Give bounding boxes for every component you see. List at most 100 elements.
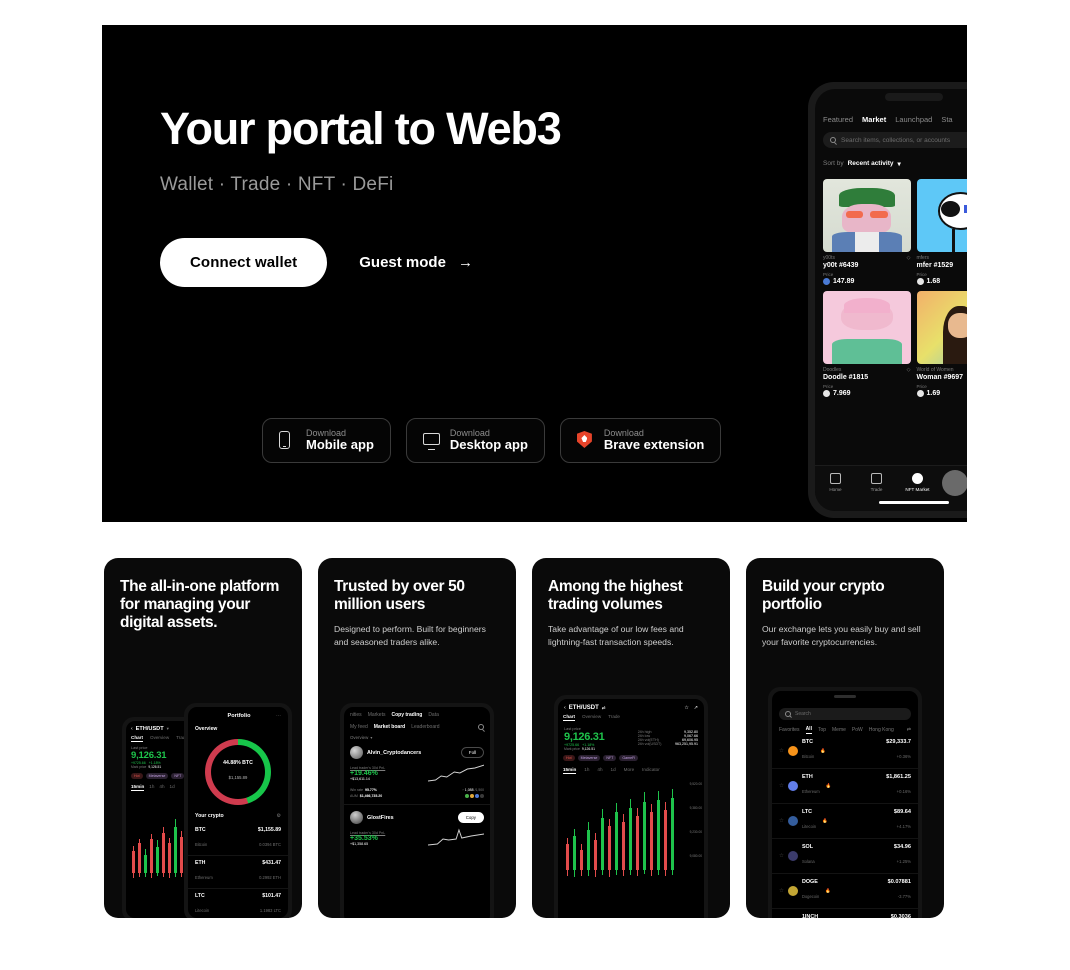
asset-row[interactable]: ☆ LTC Litecoin 🔥 $89.64 +4.17% (772, 804, 918, 839)
tab-chart[interactable]: Chart (131, 735, 143, 742)
asset-row[interactable]: ☆ SOL Solana $34.96 +1.25% (772, 839, 918, 874)
tab-favorites[interactable]: Favorites (779, 727, 800, 733)
bottom-tab-nft-market[interactable]: NFT Market (901, 473, 935, 492)
bottom-tab-trade[interactable]: Trade (860, 473, 894, 492)
back-icon[interactable]: ‹ (564, 705, 566, 711)
chevron-down-icon[interactable]: ▾ (897, 160, 900, 168)
tab-trade[interactable]: Trade (608, 714, 620, 721)
nft-search-input[interactable]: Search items, collections, or accounts (823, 132, 967, 148)
crypto-row[interactable]: BTC Bitcoin $1,155.89 0.0394 BTC (188, 823, 288, 856)
tf-15min[interactable]: 15min (563, 767, 577, 775)
tab-top[interactable]: Top (818, 727, 826, 733)
favorite-star-icon[interactable]: ☆ (779, 853, 784, 859)
tf-1d[interactable]: 1d (170, 784, 175, 791)
tab-market[interactable]: Market (862, 115, 886, 124)
tf-4h[interactable]: 4h (159, 784, 164, 791)
tab-hong-kong[interactable]: Hong Kong (869, 727, 894, 733)
bottom-tab-home[interactable]: Home (819, 473, 853, 492)
card-mockup: ‹ ETH/USDT ⇌ ☆ ↗ Chart Overview Trade La… (532, 695, 730, 918)
follow-button[interactable]: Foll (460, 747, 484, 758)
crypto-row[interactable]: ETH Ethereum $431.47 0.2992 ETH (188, 856, 288, 889)
tab-chart[interactable]: Chart (563, 714, 575, 721)
tf-1h[interactable]: 1h (584, 767, 589, 774)
pill-hot[interactable]: Hot (563, 755, 575, 762)
home-icon (830, 473, 841, 484)
swap-icon[interactable]: ⇌ (602, 705, 606, 711)
asset-row[interactable]: ☆ BTC Bitcoin 🔥 $29,333.7 +0.36% (772, 734, 918, 769)
tab-my-feed[interactable]: My feed (350, 724, 368, 730)
trader-card[interactable]: GlostFires Copy Lead trader's 30d PnL +3… (344, 805, 490, 854)
trader-card[interactable]: Alvin_Cryptodancers Foll Lead trader's 3… (344, 740, 490, 805)
pill-nft[interactable]: NFT (603, 755, 617, 762)
feature-card-volumes[interactable]: Among the highest trading volumes Take a… (532, 558, 730, 918)
tf-1h[interactable]: 1h (149, 784, 154, 791)
search-icon[interactable] (478, 724, 484, 730)
hot-flame-icon: 🔥 (822, 817, 828, 823)
tab-overview[interactable]: Overview (582, 714, 601, 721)
nft-card[interactable]: y00ts ◇ y00t #6439 Price 147.89 (823, 179, 911, 285)
download-target-label: Mobile app (306, 437, 374, 453)
coin-icon (916, 390, 924, 397)
tab-all[interactable]: All (805, 726, 812, 734)
download-mobile-app-button[interactable]: Download Mobile app (262, 418, 391, 463)
tf-1d[interactable]: 1d (611, 767, 616, 774)
sort-value[interactable]: Recent activity (848, 160, 894, 167)
asset-price: $89.64 (893, 808, 911, 815)
tf-4h[interactable]: 4h (597, 767, 602, 774)
asset-row[interactable]: ☆ ETH Ethereum 🔥 $1,861.25 +0.16% (772, 769, 918, 804)
tab-copy-trading[interactable]: Copy trading (391, 712, 422, 718)
feature-card-trusted[interactable]: Trusted by over 50 million users Designe… (318, 558, 516, 918)
card-title: Trusted by over 50 million users (334, 578, 465, 614)
market-search-input[interactable]: Search (779, 707, 911, 720)
favorite-star-icon[interactable]: ☆ (779, 783, 784, 789)
pill-hot[interactable]: Hot (131, 773, 143, 780)
nft-card[interactable]: World of Women ◇ Woman #9697 Price 1.69 (916, 291, 967, 397)
pill-metaverse[interactable]: Metaverse (577, 755, 601, 762)
tf-indicator[interactable]: Indicator (642, 767, 660, 774)
center-action-button[interactable] (941, 470, 967, 496)
download-brave-extension-button[interactable]: Download Brave extension (559, 418, 722, 463)
more-icon[interactable]: ⋯ (276, 713, 281, 719)
tab-markets[interactable]: Markets (368, 712, 386, 718)
favorite-star-icon[interactable]: ☆ (779, 748, 784, 754)
asset-row[interactable]: ☆ DOGE Dogecoin 🔥 $0.07881 -3.77% (772, 874, 918, 909)
feature-card-platform[interactable]: The all-in-one platform for managing you… (104, 558, 302, 918)
nft-collection: Doodles (823, 367, 842, 373)
chevron-down-icon[interactable]: ▾ (167, 726, 169, 732)
tab-stats[interactable]: Sta (941, 115, 952, 124)
tab-market-board[interactable]: Market board (374, 724, 405, 730)
favorite-star-icon[interactable]: ☆ (779, 888, 784, 894)
tab-leaderboard[interactable]: Leaderboard (411, 724, 439, 730)
copy-button[interactable]: Copy (457, 812, 484, 823)
sort-toggle-icon[interactable]: ⇄ (907, 727, 911, 733)
share-icon[interactable]: ↗ (694, 705, 698, 711)
tab-pow[interactable]: PoW (852, 727, 863, 733)
settings-icon[interactable]: ⚙ (277, 813, 281, 819)
nft-card[interactable]: mfers ◇ mfer #1529 Price 1.68 (916, 179, 967, 285)
tab-launchpad[interactable]: Launchpad (895, 115, 932, 124)
coin-icon (787, 885, 798, 896)
chevron-down-icon[interactable]: ▾ (370, 735, 372, 740)
tf-more[interactable]: More (624, 767, 634, 774)
guest-mode-button[interactable]: Guest mode → (359, 254, 473, 271)
crypto-row[interactable]: LTC Litecoin $101.47 1.1983 LTC (188, 889, 288, 918)
asset-row[interactable]: ☆ 1INCH1INCH $0.3036+0.56% (772, 909, 918, 919)
tab-overview[interactable]: Overview (150, 735, 169, 742)
download-desktop-app-button[interactable]: Download Desktop app (405, 418, 545, 463)
tf-15min[interactable]: 15min (131, 784, 145, 792)
tab-nities[interactable]: nities (350, 712, 362, 718)
asset-change: +0.16% (896, 788, 911, 794)
favorite-star-icon[interactable]: ☆ (779, 818, 784, 824)
hot-flame-icon: 🔥 (820, 747, 826, 753)
nft-card[interactable]: Doodles ◇ Doodle #1815 Price 7.969 (823, 291, 911, 397)
pill-gamefi[interactable]: GameFi (619, 755, 639, 762)
connect-wallet-button[interactable]: Connect wallet (160, 238, 328, 288)
back-icon[interactable]: ‹ (131, 726, 133, 732)
tab-featured[interactable]: Featured (823, 115, 853, 124)
pill-nft[interactable]: NFT (171, 773, 185, 780)
tab-data[interactable]: Data (428, 712, 439, 718)
tab-meme[interactable]: Meme (832, 727, 846, 733)
feature-card-portfolio[interactable]: Build your crypto portfolio Our exchange… (746, 558, 944, 918)
pill-metaverse[interactable]: Metaverse (145, 773, 169, 780)
favorite-star-icon[interactable]: ☆ (684, 705, 688, 711)
